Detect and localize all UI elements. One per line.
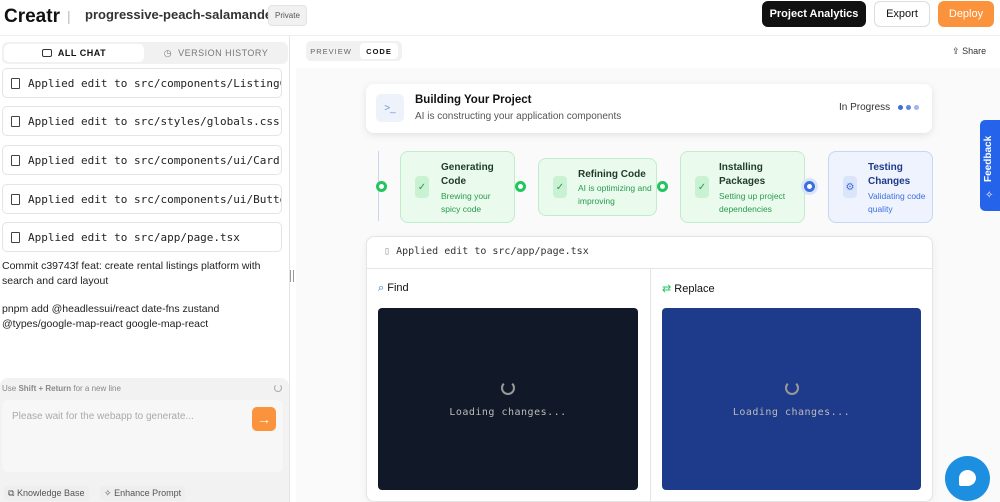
chat-launcher-button[interactable] [945, 456, 990, 501]
file-icon [11, 154, 20, 166]
step-refining-code: ✓ Refining Code AI is optimizing and imp… [538, 158, 657, 216]
label: Applied edit to src/app/page.tsx [396, 246, 589, 257]
build-status-card: >_ Building Your Project AI is construct… [366, 84, 932, 133]
step-title: Generating Code [441, 162, 494, 187]
view-tabs: PREVIEW CODE [306, 41, 402, 61]
find-heading: ⌕ Find [378, 282, 409, 295]
commit-message: Commit c39743f feat: create rental listi… [2, 260, 261, 287]
send-button[interactable]: → [252, 407, 276, 431]
build-status: In Progress [839, 102, 891, 113]
check-icon: ✓ [415, 176, 429, 198]
separator: | [67, 8, 71, 24]
book-icon: ⧉ [8, 488, 15, 498]
replace-heading: ⇄ Replace [662, 282, 715, 295]
share-icon: ⇪ [952, 46, 960, 56]
find-code-box: Loading changes... [378, 308, 638, 490]
tab-version-history[interactable]: ◷ VERSION HISTORY [146, 44, 286, 62]
loading-text: Loading changes... [732, 406, 851, 418]
list-item[interactable]: Applied edit to src/components/ui/Card..… [2, 145, 282, 175]
terminal-icon: >_ [376, 94, 404, 122]
list-item[interactable]: Applied edit to src/app/page.tsx [2, 222, 282, 252]
loading-icon [274, 384, 282, 392]
chat-bubble-icon [959, 470, 976, 486]
list-item[interactable]: Applied edit to src/components/ui/Butto.… [2, 184, 282, 214]
sparkle-icon: ✧ [104, 488, 112, 498]
step-node [657, 181, 668, 192]
file-icon [11, 231, 20, 243]
step-desc: Validating code quality [868, 191, 926, 214]
project-analytics-button[interactable]: Project Analytics [762, 1, 866, 27]
chat-icon [41, 49, 52, 57]
tab-label: VERSION HISTORY [178, 48, 269, 58]
share-button[interactable]: ⇪ Share [952, 46, 986, 57]
input-hint: Use Shift + Return for a new line [2, 384, 121, 393]
loading-text: Loading changes... [449, 406, 567, 418]
item-text: Applied edit to src/components/ui/Butto.… [28, 192, 282, 206]
chat-tabs: ALL CHAT ◷ VERSION HISTORY [2, 42, 288, 64]
chat-input-placeholder: Please wait for the webapp to generate..… [12, 411, 194, 422]
step-generating-code: ✓ Generating Code Brewing your spicy cod… [400, 151, 515, 223]
label: Knowledge Base [16, 488, 85, 498]
spinner-icon [784, 380, 799, 395]
arrow-right-icon: → [257, 411, 271, 427]
file-icon [11, 115, 20, 127]
item-text: Applied edit to src/styles/globals.css [28, 114, 280, 128]
search-icon: ⌕ [378, 282, 385, 294]
enhance-prompt-button[interactable]: ✧ Enhance Prompt [100, 486, 186, 501]
deploy-button[interactable]: Deploy [938, 1, 994, 27]
divider [650, 268, 651, 502]
step-node [376, 181, 387, 192]
spinner-icon [501, 380, 515, 395]
visibility-badge: Private [268, 5, 307, 26]
file-icon [11, 77, 20, 89]
build-title: Building Your Project [415, 94, 532, 106]
replace-code-box: Loading changes... [662, 308, 921, 490]
step-title: Installing Packages [719, 162, 766, 187]
check-icon: ✓ [553, 176, 567, 198]
export-button[interactable]: Export [874, 1, 930, 27]
step-title: Refining Code [578, 169, 646, 180]
file-icon [11, 193, 20, 205]
install-command: pnpm add @headlessui/react date-fns zust… [2, 303, 220, 330]
resize-handle[interactable] [290, 270, 294, 282]
step-node [515, 181, 526, 192]
build-subtitle: AI is constructing your application comp… [415, 111, 622, 122]
step-desc: AI is optimizing and improving [578, 183, 652, 206]
list-item[interactable]: Applied edit to src/components/ListingC.… [2, 68, 282, 98]
feedback-tab[interactable]: Feedback ✧ [980, 120, 1000, 211]
progress-dots [898, 105, 919, 110]
knowledge-base-button[interactable]: ⧉ Knowledge Base [4, 486, 89, 501]
list-item[interactable]: Applied edit to src/styles/globals.css [2, 106, 282, 136]
feedback-label: Feedback [983, 135, 994, 182]
item-text: Applied edit to src/components/ListingC.… [28, 76, 282, 90]
tab-preview[interactable]: PREVIEW [306, 41, 356, 61]
logo[interactable]: Creatr [4, 6, 60, 28]
label: Find [387, 282, 409, 294]
item-text: Applied edit to src/app/page.tsx [28, 230, 240, 244]
step-testing-changes: ⚙ Testing Changes Validating code qualit… [828, 151, 933, 223]
sparkle-icon: ✧ [985, 190, 994, 201]
step-desc: Brewing your spicy code [441, 191, 491, 214]
gear-icon: ⚙ [843, 176, 857, 198]
step-desc: Setting up project dependencies [719, 191, 786, 214]
tab-all-chat[interactable]: ALL CHAT [4, 44, 144, 62]
label: Share [962, 46, 987, 56]
history-icon: ◷ [163, 47, 173, 58]
edit-file-label: ▯ Applied edit to src/app/page.tsx [384, 246, 589, 257]
label: Replace [674, 283, 715, 295]
check-icon: ✓ [695, 176, 709, 198]
step-node-active [804, 181, 815, 192]
project-name: progressive-peach-salamander [85, 7, 278, 22]
file-icon: ▯ [384, 246, 391, 257]
step-installing-packages: ✓ Installing Packages Setting up project… [680, 151, 805, 223]
tab-label: ALL CHAT [57, 48, 107, 58]
replace-icon: ⇄ [662, 283, 672, 295]
tab-code[interactable]: CODE [360, 43, 398, 59]
label: Enhance Prompt [114, 488, 182, 498]
item-text: Applied edit to src/components/ui/Card..… [28, 153, 282, 167]
step-title: Testing Changes [868, 162, 911, 187]
